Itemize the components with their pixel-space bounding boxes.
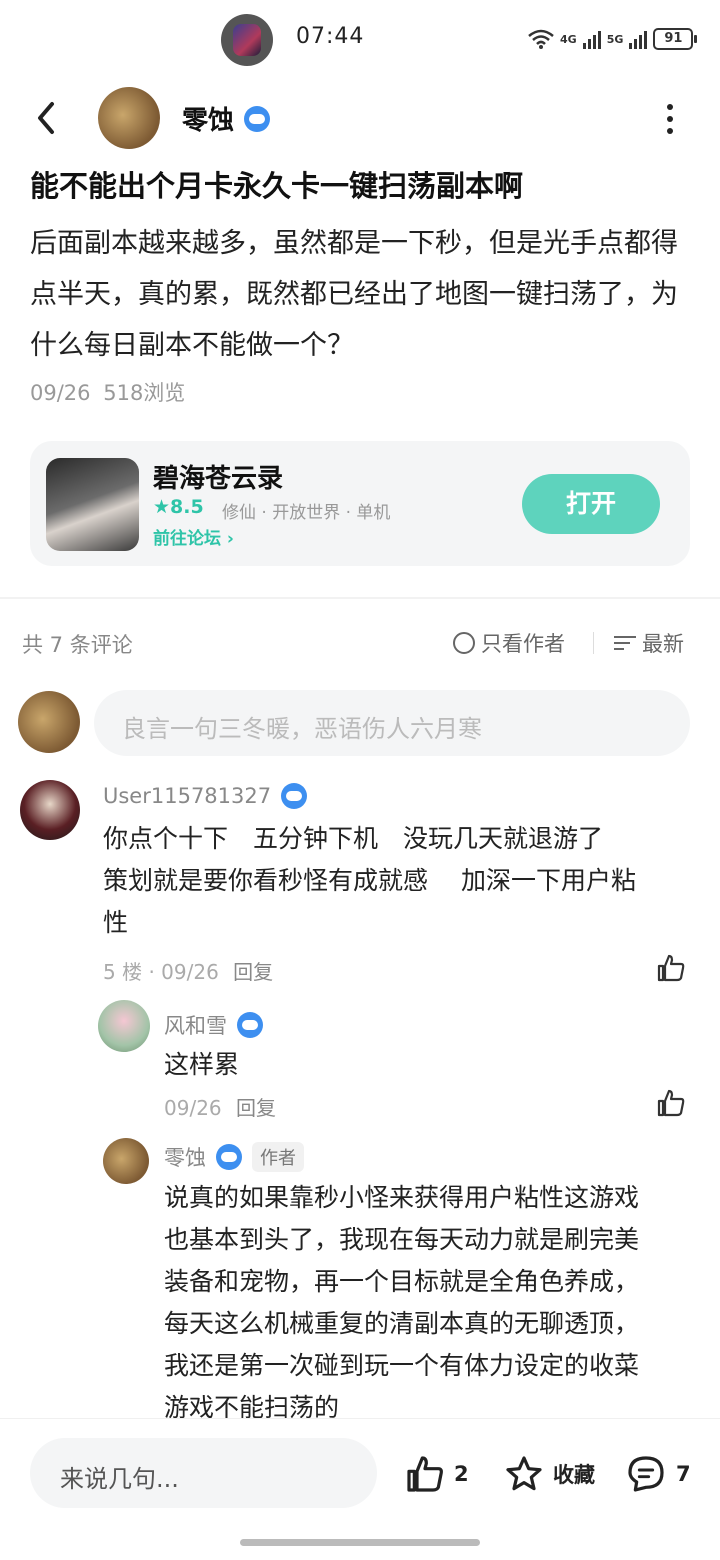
comment-meta: 5 楼 · 09/26 回复 [103, 956, 273, 985]
status-time: 07:44 [296, 24, 365, 49]
comment-input-placeholder: 良言一句三冬暖，恶语伤人六月寒 [122, 715, 482, 743]
battery-icon: 91 [653, 28, 698, 50]
author-name-text: 零蚀 [182, 106, 235, 136]
network-label-1: 4G [560, 32, 577, 46]
game-tags: 修仙 · 开放世界 · 单机 [222, 503, 391, 523]
network-label-2: 5G [606, 32, 624, 46]
sort-icon [614, 634, 636, 652]
reply-name-text: 零蚀 [164, 1146, 206, 1170]
status-bar: 07:44 4G 5G 91 [0, 0, 720, 78]
comment-count-badge: 7 [676, 1462, 691, 1486]
back-button[interactable] [30, 96, 70, 140]
star-icon [506, 1456, 542, 1491]
bottom-input-placeholder: 来说几句... [60, 1465, 179, 1493]
gamepad-badge-icon [244, 105, 271, 132]
user-avatar [18, 691, 80, 753]
gamepad-badge-icon [216, 1144, 242, 1170]
post-body: 后面副本越来越多，虽然都是一下秒，但是光手点都得点半天，真的累，既然都已经出了地… [30, 228, 678, 361]
reply-text: 这样累 [164, 1050, 240, 1079]
reply-button[interactable]: 回复 [233, 960, 273, 984]
author-only-label: 只看作者 [481, 632, 565, 656]
game-cover-image[interactable] [46, 458, 139, 551]
post-title: 能不能出个月卡永久卡一键扫荡副本啊 [30, 169, 524, 203]
reply-name[interactable]: 零蚀 作者 [164, 1142, 304, 1172]
comment-text: 你点个十下 五分钟下机 没玩几天就退游了 策划就是要你看秒怪有成就感 加深一下用… [103, 818, 693, 944]
reply-button[interactable]: 回复 [236, 1096, 276, 1120]
reply-meta: 09/26 回复 [164, 1092, 276, 1121]
game-app-icon [221, 14, 273, 66]
comment-line: 说真的如果靠秒小怪来获得用户粘性这游戏 [164, 1183, 640, 1212]
comment-bubble-icon [628, 1456, 664, 1492]
status-icons: 4G 5G 91 [528, 26, 698, 52]
comment-line: 我还是第一次碰到玩一个有体力设定的收菜 [164, 1351, 640, 1380]
gamepad-badge-icon [237, 1012, 263, 1038]
more-options-button[interactable] [660, 104, 680, 134]
post-views: 518浏览 [103, 381, 186, 405]
comment-line: 装备和宠物，再一个目标就是全角色养成， [164, 1267, 640, 1296]
radio-circle-icon [453, 632, 475, 654]
bottom-comment-input[interactable]: 来说几句... [30, 1438, 377, 1508]
reply-text: 说真的如果靠秒小怪来获得用户粘性这游戏 也基本到头了，我现在每天动力就是刷完美 … [164, 1177, 704, 1429]
reply-avatar[interactable] [98, 1000, 150, 1052]
author-only-toggle[interactable]: 只看作者 [453, 628, 565, 658]
comment-line: 性 [103, 908, 129, 937]
like-icon[interactable] [656, 953, 686, 983]
author-avatar[interactable] [98, 87, 160, 149]
comment-floor-date: 5 楼 · 09/26 [103, 960, 219, 984]
favorite-button[interactable]: 收藏 [503, 1454, 595, 1494]
like-icon[interactable] [656, 1088, 686, 1118]
separator [593, 632, 594, 654]
divider [0, 597, 720, 599]
reply-name[interactable]: 风和雪 [164, 1010, 263, 1040]
post-meta: 09/26 518浏览 [30, 377, 185, 407]
comment-line: 你点个十下 五分钟下机 没玩几天就退游了 [103, 824, 604, 853]
signal-icon [582, 29, 601, 49]
commenter-name[interactable]: User115781327 [103, 783, 308, 809]
reply-avatar[interactable] [103, 1138, 149, 1184]
sort-button[interactable]: 最新 [614, 628, 684, 658]
game-name[interactable]: 碧海苍云录 [153, 458, 283, 495]
reply-date: 09/26 [164, 1096, 222, 1120]
comment-input[interactable]: 良言一句三冬暖，恶语伤人六月寒 [94, 690, 690, 756]
comment-line: 策划就是要你看秒怪有成就感 加深一下用户粘 [103, 866, 636, 895]
like-button[interactable]: 2 [404, 1454, 469, 1494]
comment-count: 共 7 条评论 [22, 633, 133, 657]
commenter-name-text: User115781327 [103, 784, 272, 808]
author-name[interactable]: 零蚀 [182, 100, 271, 137]
signal-icon [629, 29, 648, 49]
wifi-icon [528, 29, 554, 49]
like-count: 2 [454, 1462, 469, 1486]
comment-line: 每天这么机械重复的清副本真的无聊透顶， [164, 1309, 640, 1338]
sort-label: 最新 [642, 632, 684, 656]
author-tag: 作者 [252, 1142, 304, 1172]
thumbs-up-icon [407, 1456, 443, 1492]
comments-button[interactable]: 7 [624, 1454, 691, 1494]
post-date: 09/26 [30, 381, 91, 405]
game-score: ★8.5 [153, 496, 204, 518]
favorite-label: 收藏 [553, 1463, 595, 1487]
comment-line: 也基本到头了，我现在每天动力就是刷完美 [164, 1225, 640, 1254]
gamepad-badge-icon [281, 783, 308, 809]
reply-name-text: 风和雪 [164, 1014, 227, 1038]
commenter-avatar[interactable] [20, 780, 80, 840]
open-game-button[interactable]: 打开 [522, 474, 660, 534]
home-indicator[interactable] [240, 1539, 480, 1546]
forum-link[interactable]: 前往论坛 › [153, 524, 234, 549]
